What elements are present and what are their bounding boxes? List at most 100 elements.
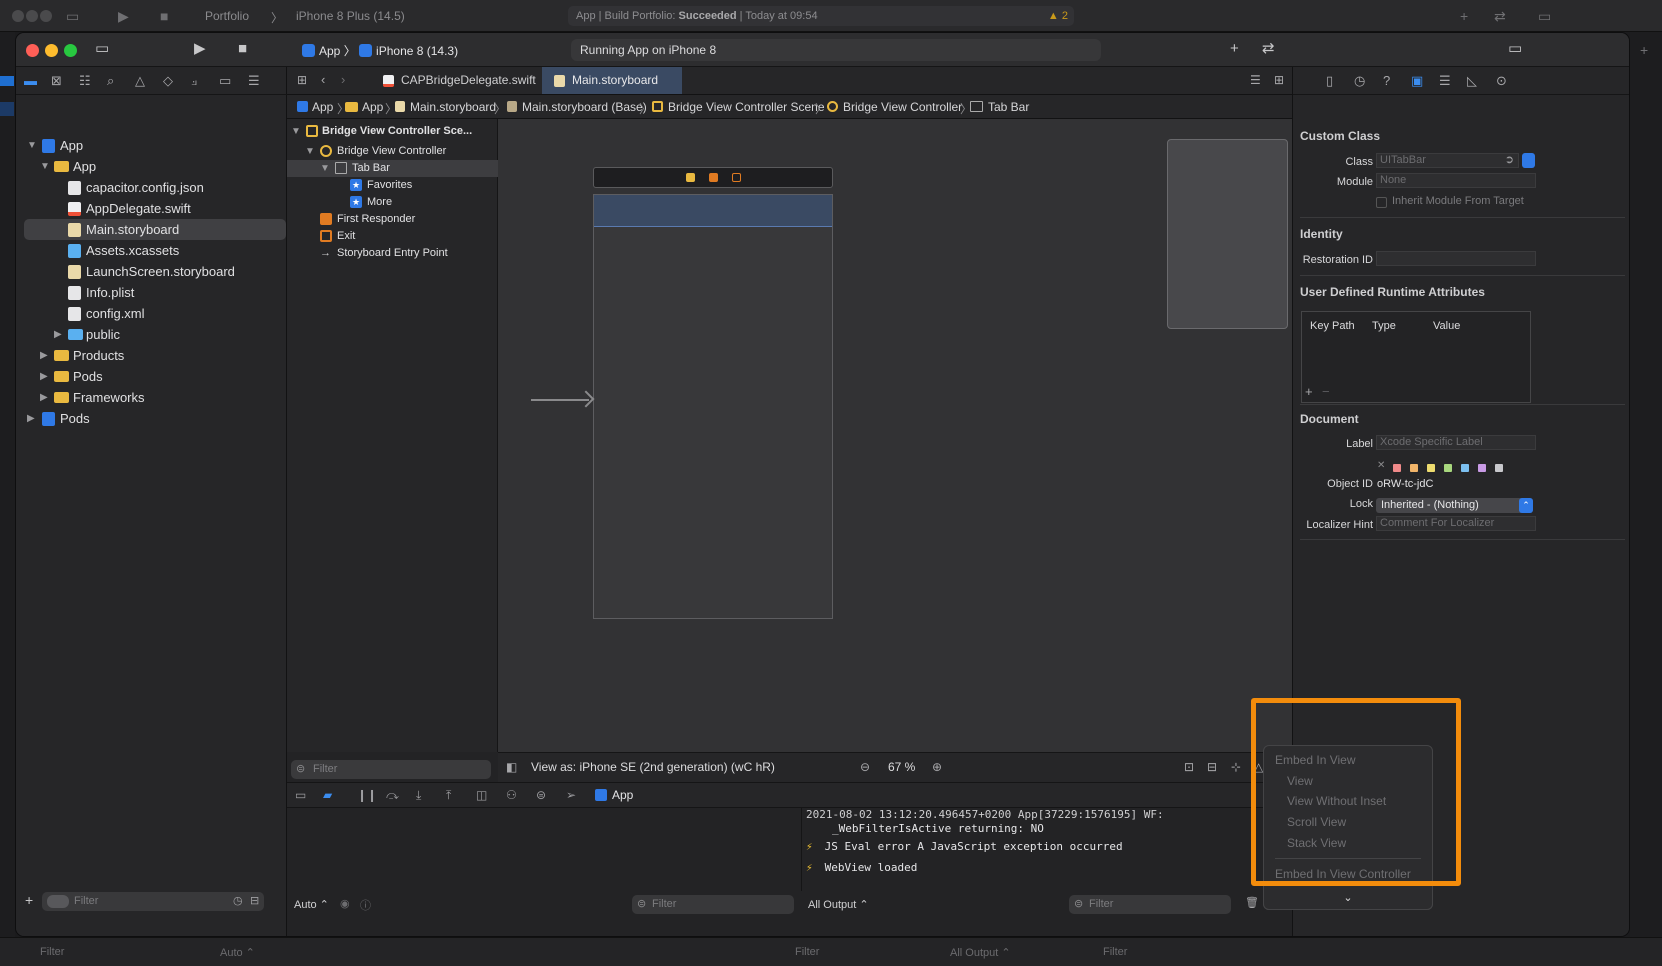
background-all-output[interactable]: All Output ⌃ (950, 946, 1011, 959)
console-filter-field[interactable]: ⊜ Filter (1069, 895, 1231, 914)
column-header-value[interactable]: Value (1433, 320, 1460, 332)
add-constraints-icon[interactable]: ⊹ (1231, 760, 1241, 774)
background-filter-1[interactable]: Filter (40, 946, 64, 958)
chevron-right-icon[interactable]: ▶ (40, 345, 50, 366)
tree-item-capacitor-config[interactable]: capacitor.config.json (24, 177, 286, 198)
breadcrumb-main-storyboard-base[interactable]: Main.storyboard (Base) (507, 100, 647, 114)
chevron-down-icon[interactable]: ▼ (40, 156, 50, 177)
chevron-right-icon[interactable]: ▶ (54, 324, 64, 345)
outline-item-exit[interactable]: Exit (287, 228, 498, 245)
tree-item-pods-group[interactable]: ▶ Pods (24, 366, 286, 387)
chevron-right-icon[interactable]: ▶ (27, 408, 37, 429)
background-filter-3[interactable]: Filter (1103, 946, 1127, 958)
console-output-select[interactable]: All Output ⌃ (808, 898, 869, 911)
stop-icon[interactable]: ■ (238, 40, 247, 58)
label-color-green[interactable] (1444, 464, 1452, 472)
breadcrumb-app-folder[interactable]: App (345, 100, 383, 114)
tree-item-public[interactable]: ▶ public (24, 324, 286, 345)
hide-debug-area-icon[interactable]: ▭ (295, 788, 306, 802)
editor-options-icon[interactable]: ☰ (1250, 73, 1261, 87)
lock-popup-button[interactable]: Inherited - (Nothing) (1376, 498, 1533, 513)
view-as-device-button[interactable]: View as: iPhone SE (2nd generation) (wC … (531, 760, 775, 774)
column-header-type[interactable]: Type (1372, 320, 1396, 332)
test-icon[interactable]: ◇ (163, 73, 173, 89)
label-color-gray[interactable] (1495, 464, 1503, 472)
clear-color-icon[interactable]: ✕ (1377, 460, 1385, 471)
background-sidebar-icon[interactable]: ▭ (66, 8, 79, 25)
scheme-selector[interactable]: App 〉 iPhone 8 (14.3) (302, 42, 458, 59)
background-inspector-icon[interactable]: ▭ (1538, 8, 1551, 25)
minimize-button[interactable] (45, 44, 58, 57)
issue-icon[interactable]: △ (135, 73, 145, 89)
source-control-filter-icon[interactable]: ⊟ (250, 894, 259, 907)
background-close-dot[interactable] (12, 10, 24, 22)
background-auto-select[interactable]: Auto ⌃ (220, 946, 255, 959)
step-into-icon[interactable]: ⤓ (416, 788, 421, 803)
canvas-minimap[interactable] (1167, 139, 1288, 329)
menu-scroll-down-button[interactable]: ⌄ (1263, 886, 1433, 910)
add-attribute-button[interactable]: + (1305, 384, 1313, 399)
pause-icon[interactable]: ❙❙ (357, 788, 377, 802)
storyboard-entry-arrow[interactable] (531, 399, 589, 401)
outline-toggle-icon[interactable]: ◧ (506, 760, 517, 774)
outline-item-first-responder[interactable]: First Responder (287, 211, 498, 228)
breadcrumb-view-controller[interactable]: Bridge View Controller (827, 100, 962, 114)
outline-item-favorites[interactable]: ★ Favorites (287, 177, 498, 194)
background-device-name[interactable]: iPhone 8 Plus (14.5) (296, 9, 405, 23)
variables-filter-field[interactable]: ⊜ Filter (632, 895, 794, 914)
breakpoint-icon[interactable]: ▭ (219, 73, 231, 89)
related-items-icon[interactable]: ⊞ (297, 73, 307, 87)
history-inspector-icon[interactable]: ◷ (1354, 73, 1365, 89)
eye-icon[interactable]: ◉ (340, 897, 350, 910)
navigator-filter-field[interactable]: Filter (42, 892, 264, 911)
exit-dock-icon[interactable] (732, 173, 741, 182)
size-inspector-icon[interactable]: ◺ (1467, 73, 1477, 89)
connections-inspector-icon[interactable]: ⊙ (1496, 73, 1507, 89)
outline-item-tab-bar[interactable]: ▼ Tab Bar (287, 160, 498, 177)
quick-help-icon[interactable]: ? (1383, 73, 1390, 88)
close-button[interactable] (26, 44, 39, 57)
column-header-key-path[interactable]: Key Path (1310, 320, 1355, 332)
tree-item-config-xml[interactable]: config.xml (24, 303, 286, 324)
background-project-name[interactable]: Portfolio (205, 9, 249, 23)
chevron-down-icon[interactable]: ▼ (291, 123, 301, 140)
sidebar-toggle-icon[interactable]: ▭ (95, 40, 109, 58)
zoom-button[interactable] (64, 44, 77, 57)
filter-options-icon[interactable] (47, 895, 69, 908)
breadcrumb-tab-bar[interactable]: Tab Bar (970, 100, 1029, 114)
outline-item-entry-point[interactable]: → Storyboard Entry Point (287, 245, 498, 262)
folder-icon[interactable]: ▬ (24, 73, 37, 88)
runtime-attributes-table[interactable]: Key Path Type Value + − (1301, 311, 1531, 403)
chevron-right-icon[interactable]: ▶ (40, 387, 50, 408)
warning-badge[interactable]: ▲ 2 (1048, 6, 1068, 26)
module-field[interactable]: None (1376, 173, 1536, 188)
view-controller-scene[interactable] (593, 194, 833, 619)
scene-dock[interactable] (593, 167, 833, 188)
info-icon[interactable]: ⓘ (360, 897, 371, 913)
outline-filter-field[interactable]: ⊜ Filter (291, 760, 491, 779)
report-icon[interactable]: ☰ (248, 73, 260, 89)
background-plus-icon[interactable]: + (1640, 42, 1648, 58)
label-color-orange[interactable] (1410, 464, 1418, 472)
tree-item-info-plist[interactable]: Info.plist (24, 282, 286, 303)
recent-files-icon[interactable]: ◷ (233, 894, 243, 907)
menu-item-scroll-view[interactable]: Scroll View (1287, 815, 1346, 829)
tree-item-launchscreen[interactable]: LaunchScreen.storyboard (24, 261, 286, 282)
zoom-out-icon[interactable]: ⊖ (860, 760, 870, 774)
tree-item-pods-project[interactable]: ▶ Pods (24, 408, 286, 429)
label-color-red[interactable] (1393, 464, 1401, 472)
class-dropdown-button[interactable] (1522, 153, 1535, 168)
menu-item-stack-view[interactable]: Stack View (1287, 836, 1346, 850)
debug-icon[interactable]: ⟓ (191, 73, 197, 89)
zoom-in-icon[interactable]: ⊕ (932, 760, 942, 774)
tree-item-app-folder[interactable]: ▼ App (24, 156, 286, 177)
chevron-down-icon[interactable]: ▼ (320, 160, 330, 177)
background-run-icon[interactable]: ▶ (118, 8, 129, 25)
view-controller-dock-icon[interactable] (686, 173, 695, 182)
zoom-level[interactable]: 67 % (888, 760, 915, 774)
inherit-module-checkbox[interactable] (1376, 197, 1387, 208)
variables-scope-select[interactable]: Auto ⌃ (294, 898, 329, 911)
tree-item-assets[interactable]: Assets.xcassets (24, 240, 286, 261)
background-swap-icon[interactable]: ⇄ (1494, 8, 1506, 25)
add-editor-icon[interactable]: ⊞ (1274, 73, 1284, 87)
